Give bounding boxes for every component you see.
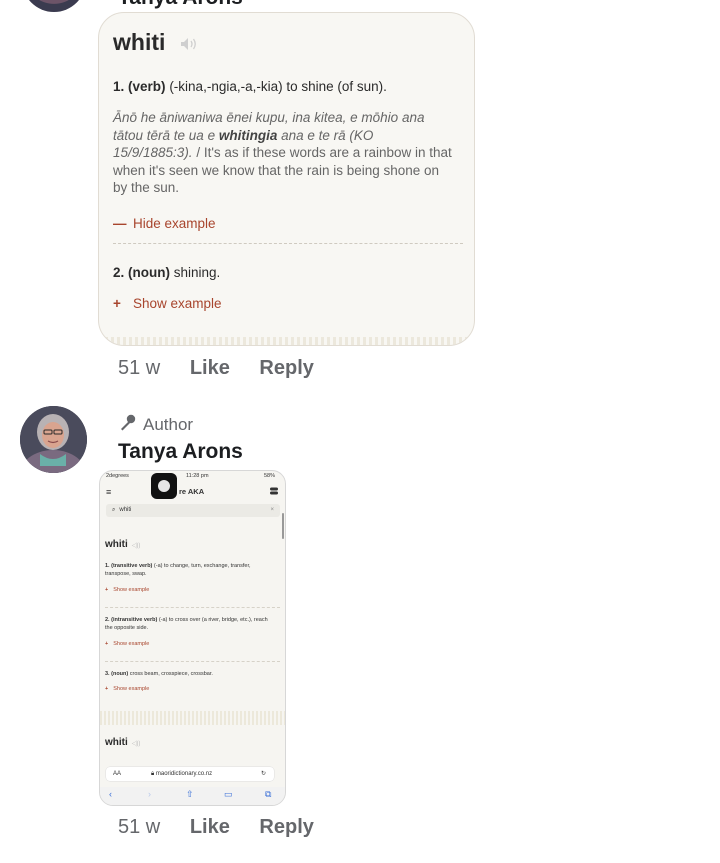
divider — [105, 607, 280, 608]
like-button[interactable]: Like — [190, 816, 230, 838]
app-title: re AKA — [179, 487, 205, 496]
speaker-icon: ◁)) — [131, 741, 141, 747]
reply-button[interactable]: Reply — [259, 357, 313, 379]
show-example-link: + Show example — [105, 587, 150, 593]
clear-icon: × — [270, 507, 274, 513]
divider — [113, 243, 463, 244]
comment-timestamp[interactable]: 51 w — [118, 357, 160, 379]
divider — [105, 661, 280, 662]
reload-icon: ↻ — [260, 771, 266, 777]
dictionary-headword: whiti ◁)) — [105, 539, 141, 550]
forward-icon: › — [148, 789, 151, 799]
plus-icon: + — [113, 296, 121, 311]
profile-photo — [20, 406, 87, 473]
show-example-link: + Show example — [105, 686, 150, 692]
comment-author-name[interactable]: Tanya Arons — [118, 440, 243, 464]
show-example-link: + Show example — [113, 296, 222, 311]
speaker-icon: ◁)) — [131, 543, 141, 549]
comment-meta: 51 w Like Reply — [118, 357, 314, 380]
avatar[interactable] — [20, 406, 87, 473]
hide-example-link: — Hide example — [113, 216, 216, 231]
comment-author-name[interactable]: Tanya Arons — [118, 0, 243, 10]
minus-icon: — — [113, 216, 127, 231]
hamburger-menu-icon: ≡ — [106, 487, 112, 497]
microphone-icon — [121, 414, 136, 431]
back-icon: ‹ — [109, 789, 112, 799]
reply-button[interactable]: Reply — [259, 816, 313, 838]
sense-3: 3. (noun) cross beam, crosspiece, crossb… — [105, 671, 213, 677]
attached-dictionary-image[interactable]: whiti 1. (verb) (-kina,-ngia,-a,-kia) to… — [98, 12, 475, 346]
scrollbar — [282, 513, 284, 539]
phone-status-bar: 2degrees 11:28 pm 58% — [106, 473, 275, 479]
bookmarks-icon: ▭ — [224, 789, 233, 799]
browser-toolbar: ‹ › ⇧ ▭ ⧉ — [100, 787, 285, 805]
dictionary-headword: whiti ◁)) — [105, 737, 141, 748]
like-button[interactable]: Like — [190, 357, 230, 379]
decorative-band — [100, 711, 285, 725]
share-icon: ⇧ — [186, 789, 194, 799]
settings-toggle-icon — [270, 487, 278, 495]
sense-1: 1. (transitive verb) (-a) to change, tur… — [105, 563, 251, 577]
sense-2: 2. (intransitive verb) (-a) to cross ove… — [105, 617, 268, 631]
attached-screenshot-image[interactable]: 2degrees 11:28 pm 58% ≡ re AKA ⌕ whiti × … — [99, 470, 286, 806]
sense-1: 1. (verb) (-kina,-ngia,-a,-kia) to shine… — [113, 79, 387, 94]
camera-overlay-icon — [151, 473, 177, 499]
avatar[interactable] — [22, 0, 86, 12]
comment-timestamp[interactable]: 51 w — [118, 816, 160, 838]
search-icon: ⌕ — [112, 507, 116, 513]
tabs-icon: ⧉ — [265, 789, 272, 799]
lock-icon: 🔒︎ — [151, 771, 155, 777]
browser-url-bar: AA 🔒︎ maoridictionary.co.nz ↻ — [106, 767, 274, 781]
search-input: ⌕ whiti × — [106, 504, 280, 517]
usage-example: Ānō he āniwaniwa ēnei kupu, ina kitea, e… — [113, 110, 452, 195]
sense-2: 2. (noun) shining. — [113, 265, 221, 280]
author-badge: Author — [118, 413, 193, 435]
show-example-link: + Show example — [105, 641, 150, 647]
speaker-icon — [181, 38, 196, 50]
dictionary-headword: whiti — [113, 29, 166, 55]
comment-meta: 51 w Like Reply — [118, 816, 314, 839]
